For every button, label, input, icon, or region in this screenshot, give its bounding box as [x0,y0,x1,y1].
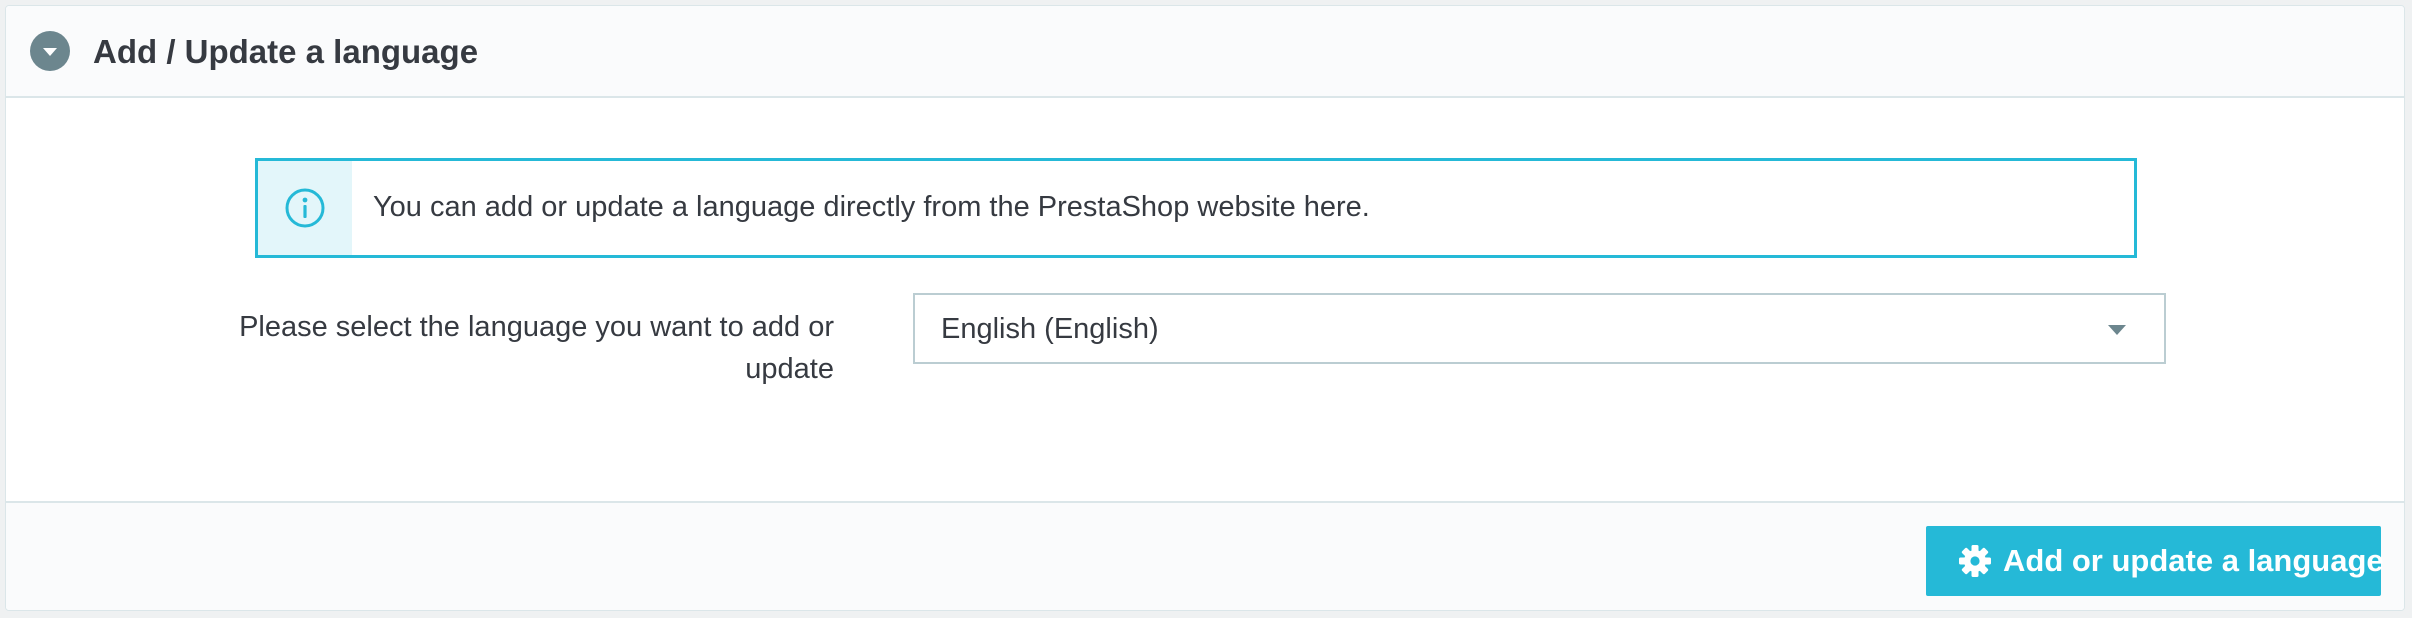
gear-icon [1959,545,1991,577]
language-select-value: English (English) [941,313,1159,345]
info-alert: You can add or update a language directl… [255,158,2137,258]
alert-icon-container [258,161,352,255]
panel-header: Add / Update a language [6,6,2404,98]
add-or-update-language-button[interactable]: Add or update a language [1926,526,2384,596]
collapse-toggle-button[interactable] [30,31,70,71]
language-select-label: Please select the language you want to a… [239,311,834,385]
add-update-language-panel: Add / Update a language You can add or u… [5,5,2405,611]
language-select[interactable]: English (English) [913,293,2166,364]
info-icon [285,188,325,228]
caret-down-icon [2108,325,2126,335]
panel-footer: Add or update a language [6,501,2404,610]
add-or-update-language-label: Add or update a language [2003,543,2384,578]
panel-title: Add / Update a language [93,33,479,70]
alert-message: You can add or update a language directl… [373,191,1370,223]
chevron-down-icon [43,48,57,56]
